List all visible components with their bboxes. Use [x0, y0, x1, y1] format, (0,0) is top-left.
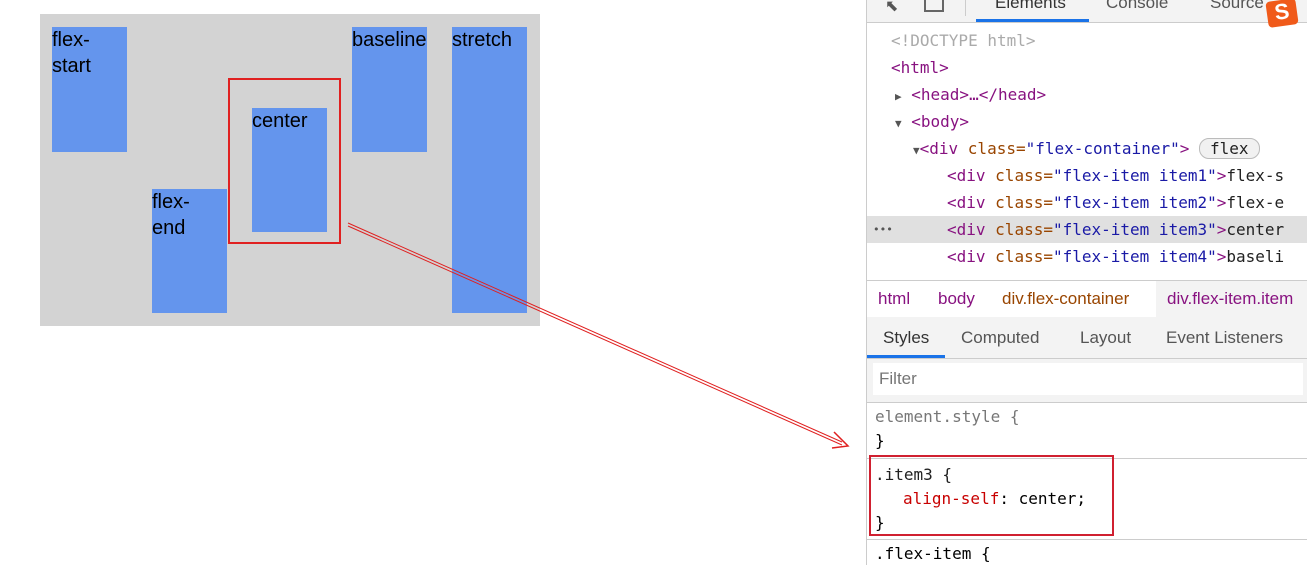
attr-value: "flex-container" — [1025, 139, 1180, 158]
filter-input[interactable] — [873, 363, 1303, 395]
expand-triangle-icon[interactable]: ▶ — [895, 90, 902, 103]
devtools-panel: ⬉ Elements Console Source S <!DOCTYPE ht… — [866, 0, 1307, 565]
active-tab-indicator — [867, 355, 945, 358]
attr-name: class= — [995, 166, 1053, 185]
align-self-declaration[interactable]: align-self: center; — [903, 485, 1086, 512]
flex-item-selector[interactable]: .flex-item { — [875, 540, 991, 567]
tag-close: > — [1179, 139, 1190, 158]
collapse-triangle-icon[interactable]: ▼ — [913, 144, 920, 157]
node-text: flex-s — [1226, 166, 1285, 185]
devtools-toolbar: ⬉ Elements Console Source S — [867, 0, 1307, 28]
divider — [965, 0, 966, 16]
dom-item-node[interactable]: <div class="flex-item item2">flex-e — [947, 189, 1284, 216]
attr-value: "flex-item item1" — [1052, 166, 1217, 185]
breadcrumb-container[interactable]: div.flex-container — [1002, 281, 1129, 317]
device-toggle-icon[interactable] — [924, 0, 944, 12]
flex-badge[interactable]: flex — [1199, 138, 1260, 159]
sogou-ime-icon: S — [1265, 0, 1299, 28]
colon: : — [999, 489, 1019, 508]
tab-console[interactable]: Console — [1106, 0, 1168, 13]
tag-open: <div — [947, 193, 996, 212]
doctype-node[interactable]: <!DOCTYPE html> — [891, 27, 1036, 54]
tag-open: <div — [947, 247, 996, 266]
rule-close: } — [875, 513, 885, 532]
tab-computed[interactable]: Computed — [961, 317, 1039, 359]
node-text: flex-e — [1226, 193, 1285, 212]
breadcrumb-html[interactable]: html — [878, 281, 910, 317]
dom-item-node-selected[interactable]: <div class="flex-item item3">center — [947, 216, 1284, 243]
breadcrumb-item3[interactable]: div.flex-item.item — [1156, 281, 1307, 317]
tag-close: > — [1216, 220, 1227, 239]
dom-item-node[interactable]: <div class="flex-item item4">baseli — [947, 243, 1284, 270]
styles-tabs: Styles Computed Layout Event Listeners — [867, 317, 1307, 359]
tag-close: > — [1216, 247, 1227, 266]
tag-open: <div — [947, 166, 996, 185]
property-value: center; — [1018, 489, 1087, 508]
head-node[interactable]: ▶ <head>…</head> — [895, 81, 1046, 108]
rule-close: } — [875, 431, 885, 450]
attr-value: "flex-item item2" — [1052, 193, 1217, 212]
attr-name: class= — [967, 139, 1026, 158]
node-text: baseli — [1226, 247, 1285, 266]
tab-sources[interactable]: Source — [1210, 0, 1264, 13]
tab-layout[interactable]: Layout — [1080, 317, 1131, 359]
flex-container-node[interactable]: ▼<div class="flex-container"> flex — [913, 135, 1260, 162]
tab-elements[interactable]: Elements — [995, 0, 1066, 13]
body-node[interactable]: ▼ <body> — [895, 108, 969, 135]
item3-selector[interactable]: .item3 { — [875, 461, 952, 488]
breadcrumb: html body div.flex-container div.flex-it… — [867, 280, 1307, 318]
html-node[interactable]: <html> — [891, 54, 949, 81]
element-style-selector[interactable]: element.style { — [875, 403, 1020, 430]
attr-name: class= — [995, 193, 1053, 212]
property-name: align-self — [903, 489, 1000, 508]
more-options-icon[interactable]: ••• — [873, 216, 893, 243]
filter-bar — [867, 359, 1307, 403]
attr-name: class= — [995, 247, 1053, 266]
dom-item-node[interactable]: <div class="flex-item item1">flex-s — [947, 162, 1284, 189]
body-tag: <body> — [911, 112, 970, 131]
attr-name: class= — [995, 220, 1053, 239]
active-tab-indicator — [976, 19, 1089, 22]
attr-value: "flex-item item3" — [1052, 220, 1217, 239]
tab-event-listeners[interactable]: Event Listeners — [1166, 317, 1283, 359]
node-text: center — [1226, 220, 1285, 239]
tag-close: > — [1216, 166, 1227, 185]
inspect-icon[interactable]: ⬉ — [885, 0, 898, 16]
attr-value: "flex-item item4" — [1052, 247, 1217, 266]
breadcrumb-body[interactable]: body — [938, 281, 975, 317]
tag-open: <div — [919, 139, 968, 158]
collapse-triangle-icon[interactable]: ▼ — [895, 117, 902, 130]
head-tag: <head>…</head> — [911, 85, 1047, 104]
tag-close: > — [1216, 193, 1227, 212]
tag-open: <div — [947, 220, 996, 239]
tab-styles[interactable]: Styles — [883, 317, 929, 359]
